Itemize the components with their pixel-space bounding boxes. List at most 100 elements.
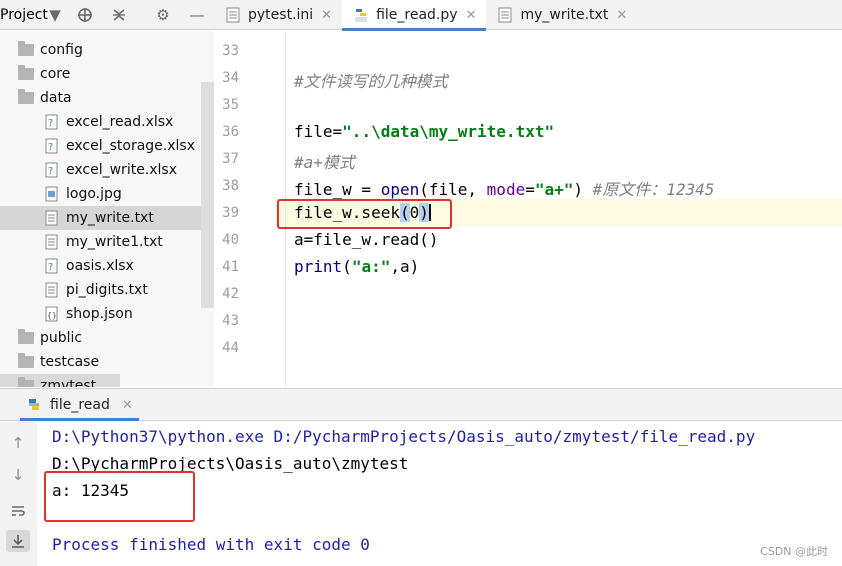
run-tab-file-read[interactable]: file_read ✕: [20, 389, 139, 421]
tree-item-my-write1[interactable]: my_write1.txt: [0, 230, 214, 254]
tree-item-label: config: [40, 42, 83, 58]
tree-item-label: excel_storage.xlsx: [66, 138, 195, 154]
svg-text:?: ?: [48, 142, 53, 153]
project-tree: config core data ? excel_read.xlsx ? excel…: [0, 31, 214, 387]
watermark: CSDN @此时: [760, 545, 828, 558]
arrow-up-icon[interactable]: ↑: [6, 432, 30, 454]
tree-item-pi-digits[interactable]: pi_digits.txt: [0, 278, 214, 302]
code-line-38: file_w = open(file, mode="a+") #原文件：1234…: [294, 176, 714, 200]
tab-pytest-ini[interactable]: pytest.ini ✕: [214, 0, 342, 30]
project-panel-title[interactable]: Project: [0, 7, 48, 23]
close-icon[interactable]: ✕: [616, 8, 627, 23]
tab-label: file_read.py: [376, 7, 458, 23]
close-icon[interactable]: ✕: [122, 398, 133, 413]
image-file-icon: [44, 186, 60, 202]
folder-icon: [18, 353, 34, 370]
tree-item-label: excel_read.xlsx: [66, 114, 174, 130]
console-exit-line: Process finished with exit code 0: [52, 535, 370, 554]
tree-scrollbar[interactable]: [201, 82, 214, 308]
text-file-icon: [226, 7, 240, 23]
editor-tabs: pytest.ini ✕ file_read.py ✕ my_write.txt…: [214, 0, 637, 31]
tree-item-label: logo.jpg: [66, 186, 122, 202]
code-token: (: [342, 257, 352, 276]
tab-label: pytest.ini: [248, 7, 314, 23]
unknown-file-icon: ?: [44, 258, 60, 274]
tree-item-core[interactable]: core: [0, 62, 214, 86]
unknown-file-icon: ?: [44, 138, 60, 154]
run-side-toolbar: ↑ ↓: [0, 422, 37, 566]
text-file-icon: [498, 7, 512, 23]
code-line-40: a=file_w.read(): [294, 230, 439, 249]
close-icon[interactable]: ✕: [321, 8, 332, 23]
tree-item-label: zmytest: [40, 378, 97, 387]
code-line-34: #文件读写的几种模式: [294, 68, 448, 92]
folder-icon: [18, 329, 34, 346]
top-bar: Project ▼ ⚙ — pytest.ini ✕ file_read.py …: [0, 0, 842, 31]
run-console[interactable]: D:\Python37\python.exe D:/PycharmProject…: [37, 422, 842, 566]
minimize-icon[interactable]: —: [186, 4, 208, 26]
svg-text:?: ?: [48, 262, 53, 273]
highlight-box-seek: [277, 199, 452, 229]
tab-label: my_write.txt: [520, 7, 609, 23]
tree-item-my-write[interactable]: my_write.txt: [0, 206, 214, 230]
close-icon[interactable]: ✕: [466, 8, 477, 23]
code-token: (file,: [419, 180, 487, 199]
code-editor[interactable]: 33 34 35 36 37 38 39 40 41 42 43 44 #文件读…: [215, 31, 842, 387]
svg-text:?: ?: [48, 118, 53, 129]
tree-item-logo[interactable]: logo.jpg: [0, 182, 214, 206]
code-line-37: #a+模式: [294, 149, 355, 173]
folder-open-icon: [18, 89, 34, 106]
code-token: =: [525, 180, 535, 199]
code-line-41: print("a:",a): [294, 257, 419, 276]
tab-my-write-txt[interactable]: my_write.txt ✕: [486, 0, 637, 30]
tree-item-excel-read[interactable]: ? excel_read.xlsx: [0, 110, 214, 134]
code-comment: #原文件：12345: [592, 180, 715, 199]
tree-item-config[interactable]: config: [0, 38, 214, 62]
line-number: 41: [222, 259, 239, 275]
line-number: 43: [222, 313, 239, 329]
line-number: 34: [222, 70, 239, 86]
json-file-icon: {}: [44, 306, 60, 322]
line-number: 37: [222, 151, 239, 167]
python-file-icon: [355, 9, 368, 22]
tree-item-data[interactable]: data: [0, 86, 214, 110]
text-file-icon: [44, 282, 60, 298]
tree-item-excel-write[interactable]: ? excel_write.xlsx: [0, 158, 214, 182]
tree-item-label: my_write.txt: [66, 210, 154, 226]
gear-icon[interactable]: ⚙: [152, 4, 174, 26]
tab-file-read-py[interactable]: file_read.py ✕: [342, 0, 487, 31]
python-icon: [29, 399, 39, 410]
code-builtin: open: [380, 180, 420, 199]
text-file-icon: [44, 210, 60, 226]
line-number: 36: [222, 124, 239, 140]
highlight-box-output: [44, 471, 195, 522]
unknown-file-icon: ?: [44, 114, 60, 130]
text-file-icon: [44, 234, 60, 250]
tree-item-shop-json[interactable]: {} shop.json: [0, 302, 214, 326]
code-token: ): [573, 180, 593, 199]
tree-item-excel-storage[interactable]: ? excel_storage.xlsx: [0, 134, 214, 158]
tree-item-public[interactable]: public: [0, 326, 214, 350]
tree-item-testcase[interactable]: testcase: [0, 350, 214, 374]
run-tool-window-header: file_read ✕: [0, 388, 842, 421]
code-string: "a:": [351, 257, 391, 276]
soft-wrap-icon[interactable]: [6, 500, 30, 522]
scroll-to-end-icon[interactable]: [6, 530, 30, 552]
folder-icon: [18, 41, 34, 58]
line-number: 44: [222, 340, 239, 356]
tree-item-label: pi_digits.txt: [66, 282, 148, 298]
tree-item-oasis[interactable]: ? oasis.xlsx: [0, 254, 214, 278]
tree-item-label: data: [40, 90, 72, 106]
line-number: 40: [222, 232, 239, 248]
tree-item-label: core: [40, 66, 71, 82]
collapse-all-icon[interactable]: [108, 4, 130, 26]
code-comment: #a+模式: [294, 153, 355, 172]
code-string: "..\data\my_write.txt": [342, 122, 555, 141]
tree-item-zmytest[interactable]: zmytest: [0, 374, 120, 387]
line-number: 35: [222, 97, 239, 113]
arrow-down-icon[interactable]: ↓: [6, 464, 30, 486]
chevron-down-icon[interactable]: ▼: [44, 4, 66, 26]
svg-text:?: ?: [48, 166, 53, 177]
crosshair-icon[interactable]: [74, 4, 96, 26]
tree-item-label: my_write1.txt: [66, 234, 163, 250]
